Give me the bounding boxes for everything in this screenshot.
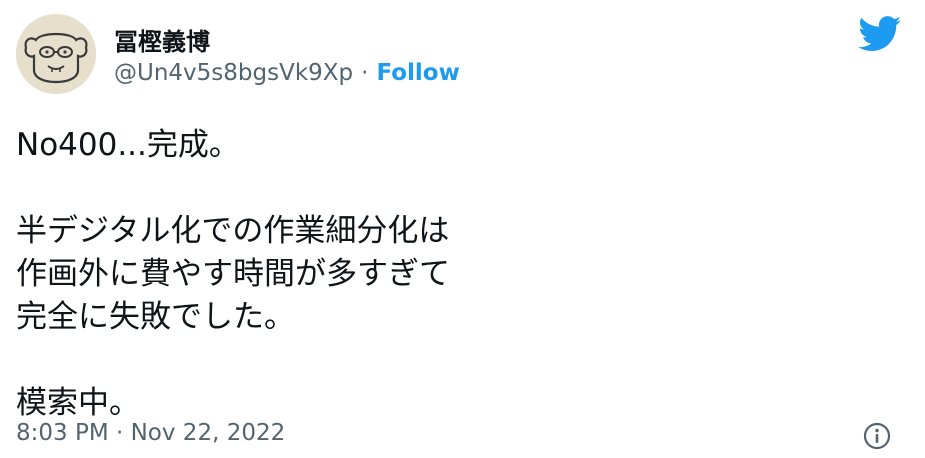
tweet-timestamp[interactable]: 8:03 PM · Nov 22, 2022 [16, 420, 285, 446]
author-display-name[interactable]: 冨樫義博 [114, 22, 210, 57]
avatar[interactable] [16, 14, 96, 94]
author-handle-row: @Un4v5s8bgsVk9Xp · Follow [114, 60, 460, 86]
info-icon[interactable] [862, 421, 892, 451]
tweet-text-line: 完全に失敗でした。 [16, 299, 295, 335]
author-handle[interactable]: @Un4v5s8bgsVk9Xp [114, 60, 353, 86]
tweet-text-line: No400...完成。 [16, 127, 240, 163]
follow-button[interactable]: Follow [376, 60, 459, 86]
tweet-text: No400...完成。 半デジタル化での作業細分化は 作画外に費やす時間が多すぎ… [16, 124, 876, 425]
tweet-text-line: 作画外に費やす時間が多すぎて [16, 256, 450, 292]
handle-separator: · [361, 60, 369, 86]
twitter-bird-icon[interactable] [858, 16, 902, 52]
tweet-text-line: 半デジタル化での作業細分化は [16, 213, 450, 249]
cartoon-face-avatar-icon [16, 14, 96, 94]
tweet-text-line: 模索中。 [16, 385, 140, 421]
tweet-card: 冨樫義博 @Un4v5s8bgsVk9Xp · Follow No400...完成。… [0, 0, 925, 458]
